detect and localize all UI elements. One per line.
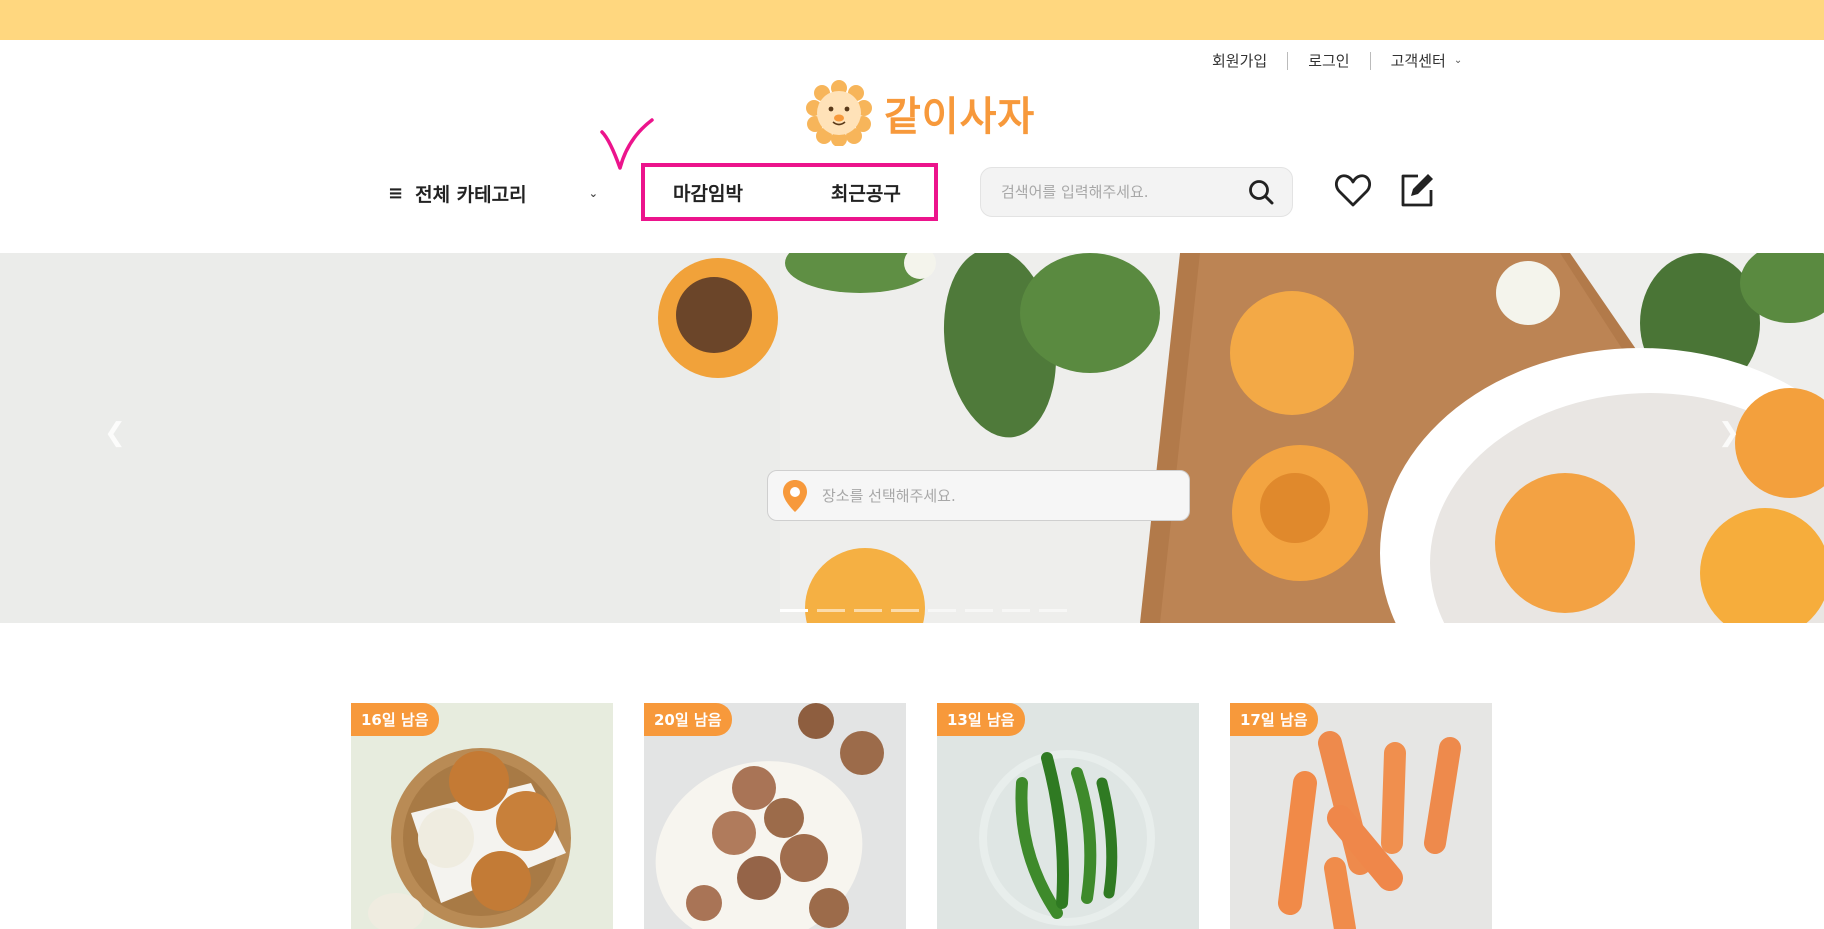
heart-icon[interactable] [1334,172,1372,208]
divider [1287,51,1289,70]
search-icon[interactable] [1246,177,1276,207]
slide-dot[interactable] [928,609,956,612]
onion-product-image [351,703,613,929]
write-post-icon[interactable] [1398,172,1436,208]
product-card[interactable]: 16일 남음 [351,703,613,929]
top-banner-strip [0,0,1824,40]
quick-nav-highlight: 마감임박 최근공구 [641,163,938,221]
logo[interactable]: 같이사자 [806,80,1035,146]
hamburger-icon: ≡ [388,183,404,204]
product-card[interactable]: 17일 남음 [1230,703,1492,929]
carrot-product-image [1230,703,1492,929]
divider [1369,51,1371,70]
days-left-badge: 20일 남음 [644,703,732,736]
product-card[interactable]: 20일 남음 [644,703,906,929]
apricot-banner-image [0,253,1824,623]
login-link[interactable]: 로그인 [1308,50,1349,71]
slide-dot[interactable] [965,609,993,612]
pepper-product-image [937,703,1199,929]
product-list: 16일 남음 20일 남음 13일 남음 17일 남음 [351,703,1492,929]
signup-link[interactable]: 회원가입 [1212,50,1267,71]
mushroom-product-image [644,703,906,929]
days-left-badge: 16일 남음 [351,703,439,736]
customer-center-link[interactable]: 고객센터 [1391,50,1446,71]
next-slide-arrow-icon[interactable]: ❯ [1718,418,1740,448]
hero-banner: ❮ ❯ [0,253,1824,623]
slide-dot[interactable] [854,609,882,612]
chevron-down-icon[interactable]: ⌄ [1454,55,1462,66]
chevron-down-icon: ⌄ [588,187,598,200]
location-selector [767,470,1190,521]
slide-dot[interactable] [817,609,845,612]
days-left-badge: 13일 남음 [937,703,1025,736]
utility-nav: 회원가입 로그인 고객센터 ⌄ [1212,50,1462,71]
all-category-menu[interactable]: ≡ 전체 카테고리 ⌄ [388,180,598,207]
search-input[interactable] [1001,183,1246,201]
slide-indicators [780,609,1076,612]
search-bar [980,167,1293,217]
slide-dot[interactable] [1039,609,1067,612]
location-input[interactable] [822,486,1175,505]
map-pin-icon [783,479,807,512]
nav-closing-soon[interactable]: 마감임박 [673,179,743,206]
category-label: 전체 카테고리 [415,184,527,206]
logo-text: 같이사자 [884,94,1036,140]
lion-logo-icon [806,80,872,146]
days-left-badge: 17일 남음 [1230,703,1318,736]
prev-slide-arrow-icon[interactable]: ❮ [104,418,126,448]
slide-dot[interactable] [780,609,808,612]
slide-dot[interactable] [891,609,919,612]
product-card[interactable]: 13일 남음 [937,703,1199,929]
slide-dot[interactable] [1002,609,1030,612]
nav-recent-group-buy[interactable]: 최근공구 [831,179,901,206]
